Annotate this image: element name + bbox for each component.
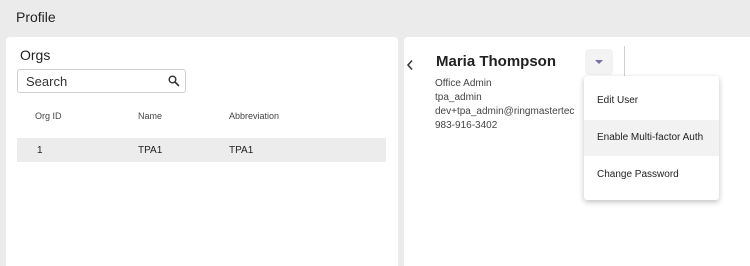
back-button[interactable] [406,59,414,74]
orgs-heading: Orgs [20,47,51,63]
column-header-name[interactable]: Name [138,111,162,121]
user-name: Maria Thompson [436,53,557,70]
menu-item-edit-user[interactable]: Edit User [584,83,719,119]
search-box[interactable] [17,69,186,93]
user-username: tpa_admin [435,92,482,103]
chevron-left-icon[interactable] [406,59,414,71]
cell-org-id: 1 [37,145,43,156]
cell-name: TPA1 [138,145,163,156]
column-header-org-id[interactable]: Org ID [35,111,62,121]
search-input[interactable] [26,73,156,89]
user-email: dev+tpa_admin@ringmastertec [435,106,575,117]
user-role: Office Admin [435,78,492,89]
table-row[interactable]: 1 TPA1 TPA1 [17,138,386,162]
page-title: Profile [16,9,56,25]
user-actions-dropdown-button[interactable] [585,49,613,75]
orgs-panel: Orgs Org ID Name Abbreviation 1 TPA1 TPA… [6,37,398,266]
divider [624,46,625,78]
column-header-abbreviation[interactable]: Abbreviation [229,111,279,121]
menu-item-change-password[interactable]: Change Password [584,157,719,193]
menu-item-enable-mfa[interactable]: Enable Multi-factor Auth [584,120,719,156]
user-phone: 983-916-3402 [435,120,498,131]
cell-abbreviation: TPA1 [229,145,254,156]
user-actions-menu: Edit User Enable Multi-factor Auth Chang… [584,76,719,200]
search-icon[interactable] [167,74,181,88]
caret-down-icon [595,60,603,64]
top-bar: Profile [0,0,750,34]
